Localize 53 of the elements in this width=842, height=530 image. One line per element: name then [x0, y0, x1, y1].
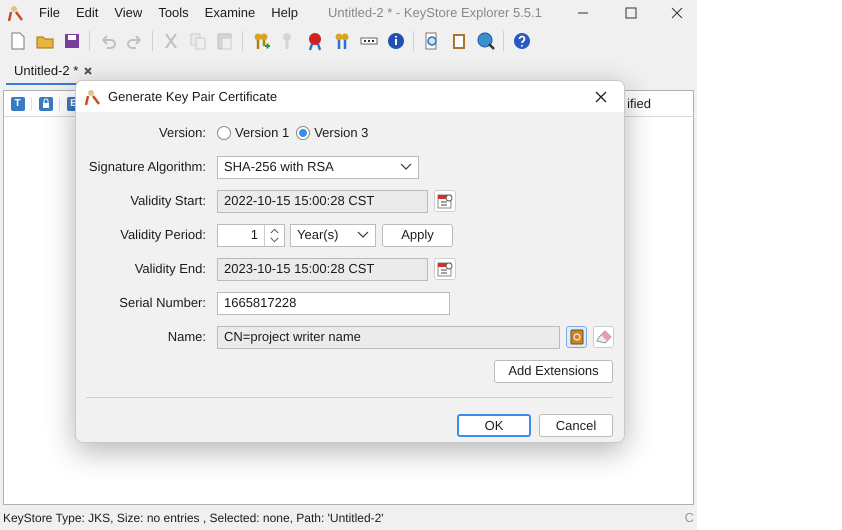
window-title: Untitled-2 * - KeyStore Explorer 5.5.1 — [328, 4, 542, 22]
keys-figure-icon — [7, 4, 25, 22]
dialog-title: Generate Key Pair Certificate — [108, 88, 278, 106]
calendar-icon — [437, 261, 453, 277]
date-field[interactable]: 2023-10-15 15:00:28 CST — [217, 258, 428, 280]
field-label: Validity End: — [134, 260, 206, 278]
help-icon[interactable] — [512, 31, 532, 51]
keys-figure-icon — [84, 88, 102, 106]
algorithm-dropdown[interactable]: SHA-256 with RSA — [217, 156, 419, 178]
info-icon[interactable] — [386, 31, 406, 51]
radio-button[interactable] — [217, 126, 231, 140]
address-book-icon — [570, 329, 584, 345]
menu-item[interactable]: Edit — [68, 2, 106, 22]
close-icon[interactable] — [84, 67, 92, 75]
menu-item[interactable]: File — [31, 2, 68, 22]
apply-button[interactable]: Apply — [382, 224, 453, 246]
status-text: KeyStore Type: JKS, Size: no entries , Selected: none, Path: 'Untitled-2' — [3, 510, 384, 526]
chevron-down-icon — [357, 231, 369, 239]
field-label: Signature Algorithm: — [88, 158, 206, 176]
serial-number-field[interactable]: 1665817228 — [217, 292, 450, 314]
radio-option[interactable]: Version 1 — [217, 123, 290, 143]
unit-dropdown[interactable]: Year(s) — [290, 224, 376, 246]
calendar-icon — [437, 193, 453, 209]
status-text: C — [684, 508, 694, 527]
menu-item[interactable]: Tools — [150, 2, 197, 22]
date-field[interactable]: 2022-10-15 15:00:28 CST — [217, 190, 428, 212]
add-extensions-button[interactable]: Add Extensions — [494, 360, 613, 382]
menu-item[interactable]: View — [106, 2, 150, 22]
eraser-icon — [596, 330, 612, 344]
column-header[interactable]: ified — [627, 94, 651, 114]
column-icon[interactable]: T — [10, 96, 24, 110]
address-book-button[interactable] — [566, 326, 587, 348]
chevron-down-icon — [400, 163, 412, 171]
menu-item[interactable]: Examine — [196, 2, 264, 22]
radio-option[interactable]: Version 3 — [296, 123, 368, 143]
padlock-icon[interactable] — [38, 96, 52, 110]
dialog-button[interactable]: OK — [457, 414, 531, 437]
dialog-button[interactable]: Cancel — [539, 414, 613, 437]
eraser-button[interactable] — [593, 326, 614, 348]
close-icon[interactable] — [595, 90, 607, 102]
number-spinner[interactable]: 1 — [217, 224, 285, 246]
field-label: Validity Start: — [129, 192, 206, 210]
close-icon[interactable] — [671, 6, 683, 18]
field-label: Validity Period: — [119, 226, 206, 244]
calendar-button[interactable] — [434, 190, 456, 212]
radio-button[interactable] — [296, 126, 310, 140]
name-field[interactable]: CN=project writer name — [217, 326, 560, 348]
calendar-button[interactable] — [434, 258, 456, 280]
field-label: Name: — [166, 328, 206, 346]
field-label: Version: — [158, 124, 206, 142]
menu-item[interactable]: Help — [263, 2, 306, 22]
field-label: Serial Number: — [118, 294, 206, 312]
maximize-icon[interactable] — [625, 6, 637, 18]
